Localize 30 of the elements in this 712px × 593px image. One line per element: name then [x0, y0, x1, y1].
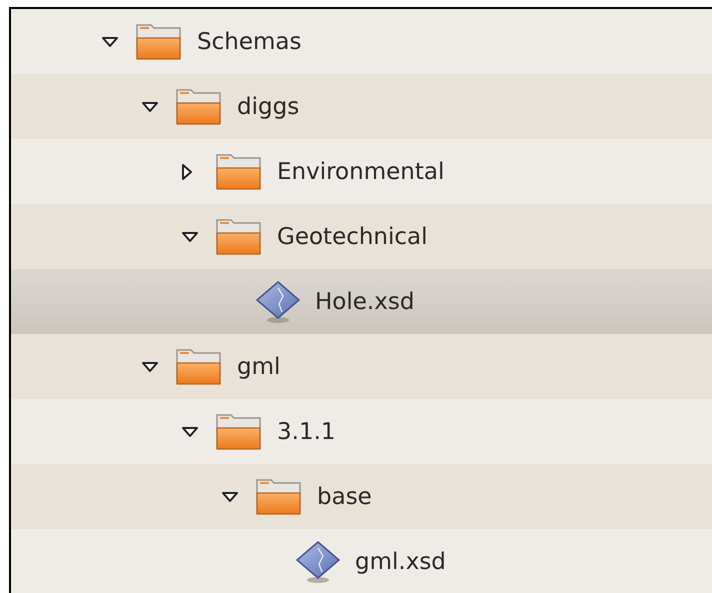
folder-icon	[215, 216, 263, 256]
item-label: Hole.xsd	[315, 288, 414, 314]
expander-icon[interactable]	[181, 426, 199, 438]
item-label: Schemas	[197, 28, 302, 54]
folder-icon	[175, 346, 223, 386]
tree-row[interactable]: Hole.xsd	[11, 269, 712, 334]
file-icon	[295, 540, 341, 584]
tree-row[interactable]: Geotechnical	[11, 204, 712, 269]
item-label: gml	[237, 354, 280, 380]
expander-icon[interactable]	[181, 230, 199, 242]
folder-icon	[175, 86, 223, 126]
expander-icon[interactable]	[221, 490, 239, 502]
tree-row[interactable]: diggs	[11, 74, 712, 139]
tree-row[interactable]: gml	[11, 334, 712, 399]
tree-row[interactable]: base	[11, 464, 712, 529]
item-label: Environmental	[277, 158, 444, 184]
item-label: Geotechnical	[277, 224, 428, 250]
expander-icon[interactable]	[181, 162, 193, 180]
expander-icon[interactable]	[101, 36, 119, 48]
item-label: base	[317, 484, 372, 510]
expander-icon[interactable]	[141, 100, 159, 112]
folder-icon	[215, 152, 263, 192]
folder-icon	[215, 412, 263, 452]
file-icon	[255, 280, 301, 324]
item-label: diggs	[237, 94, 300, 120]
folder-icon	[135, 22, 183, 62]
folder-icon	[255, 476, 303, 516]
item-label: gml.xsd	[355, 548, 446, 574]
item-label: 3.1.1	[277, 418, 336, 444]
expander-icon[interactable]	[141, 360, 159, 372]
